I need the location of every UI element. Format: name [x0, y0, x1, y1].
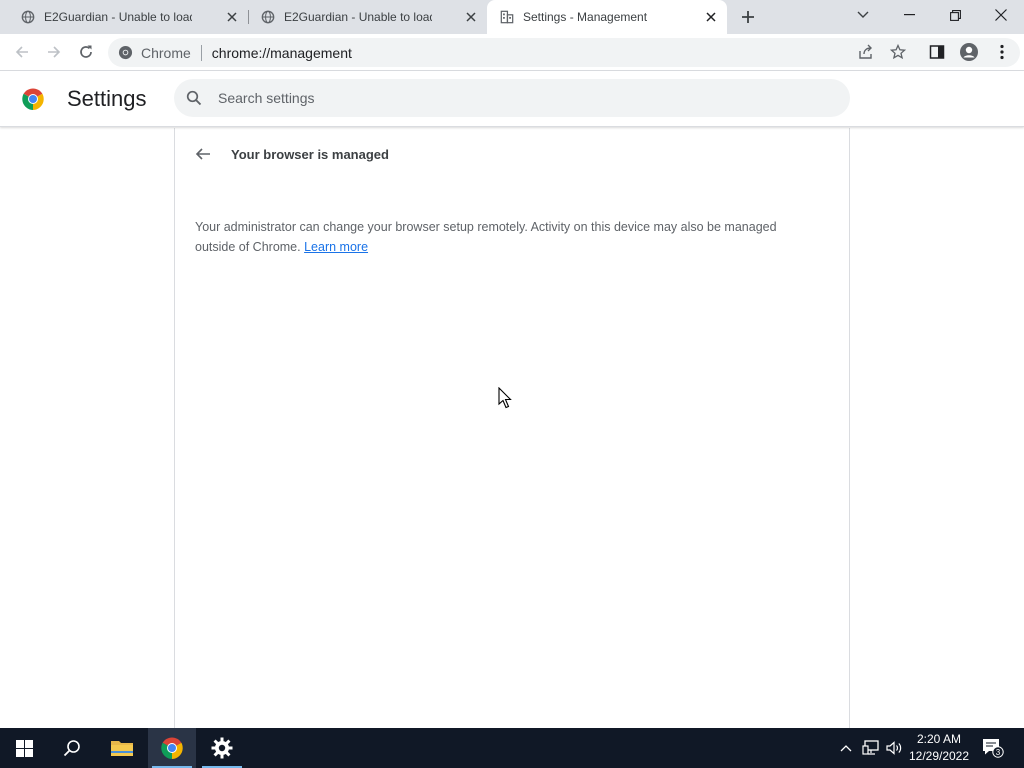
minimize-icon [903, 14, 915, 16]
chevron-up-icon [840, 745, 852, 752]
arrow-right-icon [48, 46, 61, 58]
settings-search[interactable] [174, 79, 850, 117]
network-button[interactable] [860, 728, 882, 768]
site-chip-label: Chrome [141, 44, 191, 61]
show-hidden-icons-button[interactable] [836, 728, 856, 768]
omnibox-divider [200, 44, 202, 61]
main-content: Your browser is managed Your administrat… [0, 128, 1024, 728]
bookmark-button[interactable] [884, 38, 912, 66]
clock-date: 12/29/2022 [908, 749, 970, 763]
globe-icon [20, 9, 36, 25]
more-vert-icon [1000, 44, 1004, 60]
tab-settings-management[interactable]: Settings - Management [487, 0, 727, 34]
star-icon [890, 44, 906, 60]
reload-icon [80, 45, 92, 58]
tab-search-button[interactable] [840, 0, 886, 30]
start-button[interactable] [0, 728, 48, 768]
search-icon [186, 90, 202, 106]
notification-icon: 3 [983, 739, 1004, 758]
minimize-button[interactable] [886, 0, 932, 30]
address-bar[interactable]: Chrome chrome://management [108, 38, 1020, 67]
forward-button[interactable] [40, 38, 68, 66]
search-icon [63, 740, 80, 757]
browser-toolbar: Chrome chrome://management [0, 34, 1024, 71]
tab-e2guardian-2[interactable]: E2Guardian - Unable to load web [248, 0, 487, 34]
windows-icon [15, 739, 33, 757]
gear-icon [211, 737, 233, 759]
tab-title: Settings - Management [523, 10, 648, 24]
url-text[interactable]: chrome://management [212, 45, 352, 61]
side-panel-icon [929, 45, 945, 59]
folder-icon [111, 741, 133, 756]
file-explorer-button[interactable] [98, 728, 146, 768]
chrome-taskbar-button[interactable] [148, 728, 196, 768]
close-window-button[interactable] [978, 0, 1024, 30]
mouse-cursor-icon [498, 387, 512, 409]
chrome-icon [118, 45, 133, 60]
network-icon [862, 740, 879, 755]
chrome-icon [161, 737, 183, 759]
arrow-left-icon [15, 46, 28, 58]
site-info-chip[interactable]: Chrome [118, 45, 191, 61]
description-text: Your administrator can change your brows… [195, 220, 777, 254]
close-icon [995, 9, 1007, 21]
tab-title: E2Guardian - Unable to load web [44, 10, 192, 24]
side-panel-button[interactable] [923, 38, 951, 66]
globe-icon [260, 9, 276, 25]
management-heading: Your browser is managed [231, 147, 389, 162]
arrow-back-icon [195, 148, 210, 160]
learn-more-link[interactable]: Learn more [304, 240, 368, 254]
share-icon [859, 44, 872, 59]
restore-icon [949, 9, 961, 21]
chrome-logo-icon [22, 88, 44, 110]
clock-time: 2:20 AM [916, 732, 962, 746]
search-input[interactable] [218, 90, 818, 106]
settings-header: Settings [0, 71, 1024, 127]
clock[interactable]: 2:20 AM 12/29/2022 [900, 731, 978, 765]
chevron-down-icon [857, 11, 869, 18]
management-icon [499, 9, 515, 25]
taskbar-search-button[interactable] [48, 728, 96, 768]
notification-count: 3 [996, 748, 1001, 757]
close-tab-icon[interactable] [224, 9, 240, 25]
management-card: Your browser is managed Your administrat… [174, 128, 850, 728]
tab-e2guardian-1[interactable]: E2Guardian - Unable to load web [0, 0, 248, 34]
action-center-button[interactable]: 3 [980, 728, 1006, 768]
tab-strip: E2Guardian - Unable to load web E2Guardi… [0, 0, 1024, 34]
settings-taskbar-button[interactable] [198, 728, 246, 768]
reload-button[interactable] [72, 38, 100, 66]
restore-button[interactable] [932, 0, 978, 30]
back-button[interactable] [8, 38, 36, 66]
avatar-icon [960, 43, 978, 61]
tab-title: E2Guardian - Unable to load web [284, 10, 432, 24]
profile-button[interactable] [955, 38, 983, 66]
new-tab-button[interactable] [736, 5, 760, 29]
page-title: Settings [67, 86, 147, 111]
management-description: Your administrator can change your brows… [195, 217, 815, 257]
close-tab-icon[interactable] [463, 9, 479, 25]
back-arrow-button[interactable] [191, 142, 215, 166]
close-tab-icon[interactable] [703, 9, 719, 25]
taskbar: 2:20 AM 12/29/2022 3 [0, 728, 1024, 768]
share-button[interactable] [852, 38, 880, 66]
menu-button[interactable] [988, 38, 1016, 66]
